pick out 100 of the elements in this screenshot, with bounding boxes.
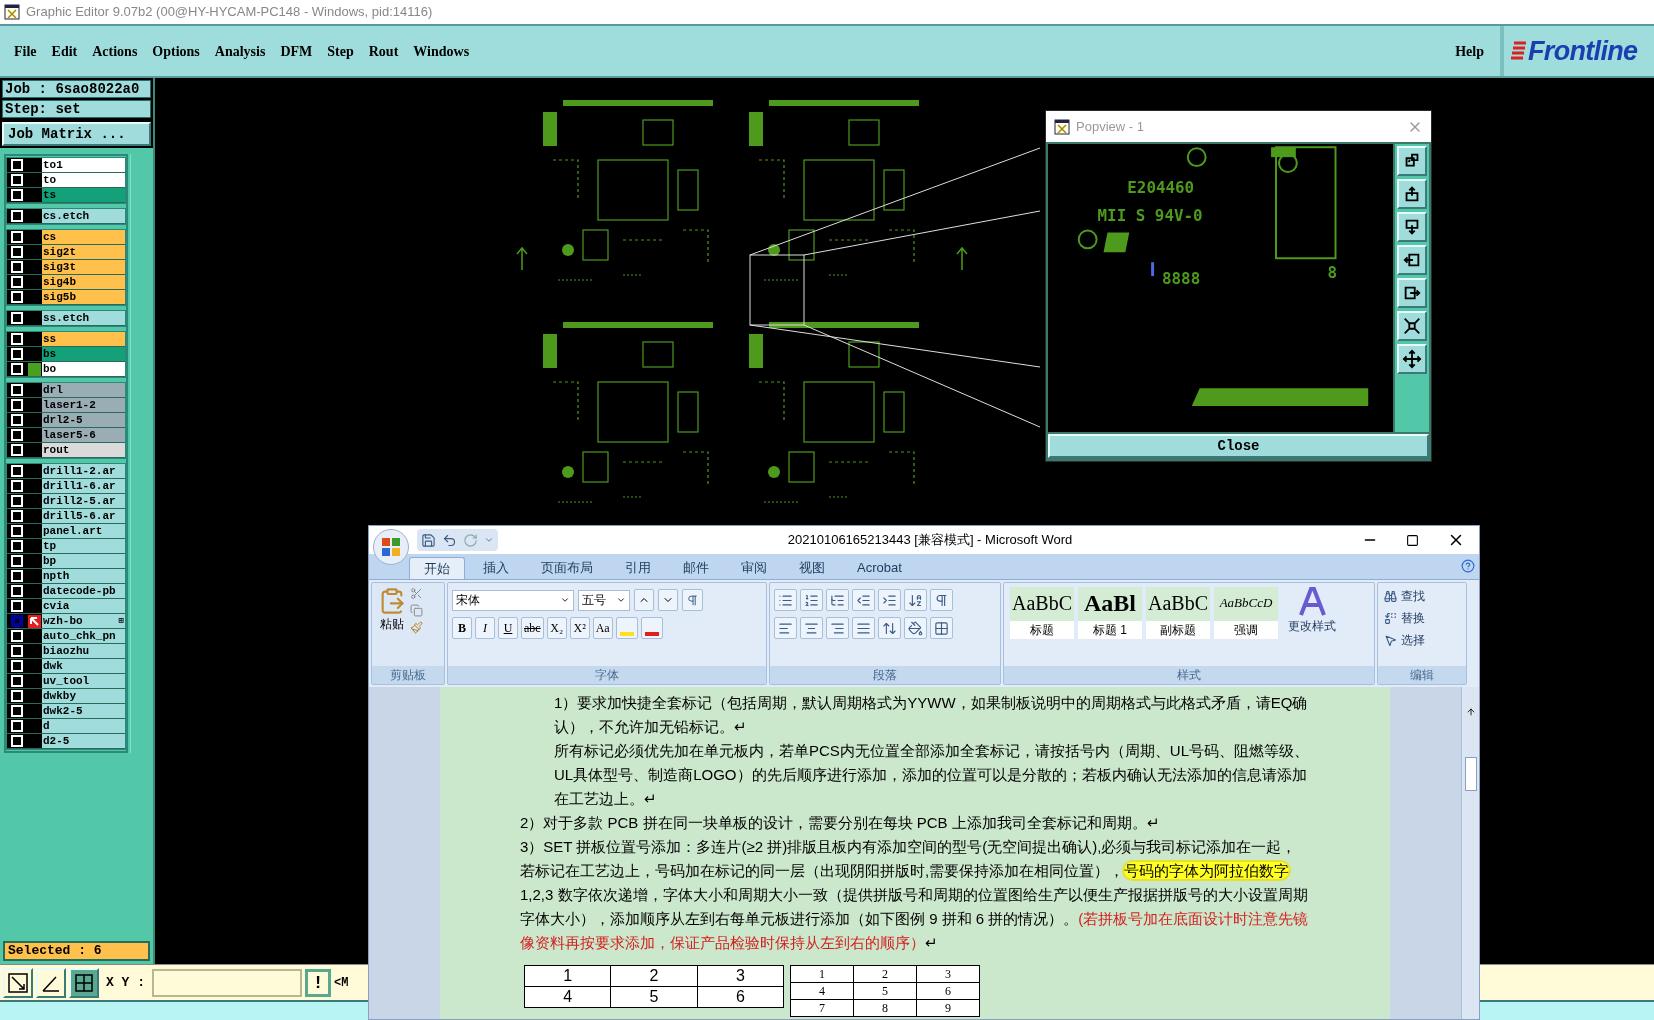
layer-name[interactable]: bs: [42, 347, 125, 361]
ribbon-tab[interactable]: 审阅: [727, 557, 781, 579]
ribbon-button[interactable]: [774, 589, 797, 611]
format-button[interactable]: B: [452, 617, 472, 639]
grow-font-button[interactable]: [634, 589, 654, 611]
ribbon-tab[interactable]: 开始: [409, 557, 465, 579]
maximize-icon[interactable]: [1406, 533, 1419, 547]
font-size-field[interactable]: 五号: [578, 589, 630, 611]
format-button[interactable]: abc: [521, 617, 544, 639]
edit-action-button[interactable]: 选择: [1384, 631, 1466, 649]
layer-name[interactable]: auto_chk_pn: [42, 629, 125, 643]
layer-name[interactable]: dwk: [42, 659, 125, 673]
format-button[interactable]: I: [475, 617, 495, 639]
layer-name[interactable]: tp: [42, 539, 125, 553]
layer-name[interactable]: biaozhu: [42, 644, 125, 658]
layer-name[interactable]: bp: [42, 554, 125, 568]
ribbon-button[interactable]: [904, 589, 927, 611]
layer-name[interactable]: sig5b: [42, 290, 125, 304]
layer-name[interactable]: cs.etch: [42, 209, 125, 223]
ribbon-tab[interactable]: Acrobat: [843, 557, 916, 579]
change-styles-button[interactable]: 更改样式: [1288, 587, 1336, 635]
layer-name[interactable]: to: [42, 173, 125, 187]
layer-name[interactable]: cvia: [42, 599, 125, 613]
ribbon-tab[interactable]: 插入: [469, 557, 523, 579]
ribbon-button[interactable]: [800, 589, 823, 611]
scrollbar[interactable]: [1461, 687, 1479, 1019]
layer-name[interactable]: d2-5: [42, 734, 125, 748]
layer-name[interactable]: panel.art: [42, 524, 125, 538]
layer-name[interactable]: drill1-6.ar: [42, 479, 125, 493]
measure-tool-button[interactable]: [3, 967, 33, 998]
layer-name[interactable]: drl2-5: [42, 413, 125, 427]
style-gallery-item[interactable]: AaBbCcD 强调: [1214, 587, 1278, 639]
font-name-field[interactable]: 宋体: [452, 589, 574, 611]
layer-name[interactable]: drill5-6.ar: [42, 509, 125, 523]
format-button[interactable]: X₂: [546, 617, 567, 639]
style-gallery-item[interactable]: AaBbC 副标题: [1146, 587, 1210, 639]
layer-name[interactable]: datecode-pb: [42, 584, 125, 598]
layer-name[interactable]: sig3t: [42, 260, 125, 274]
popview-tool-button[interactable]: [1397, 212, 1427, 242]
close-button[interactable]: Close: [1048, 434, 1429, 458]
phonetic-button[interactable]: [682, 589, 703, 611]
alert-button[interactable]: !: [305, 968, 331, 997]
layer-name[interactable]: dwk2-5: [42, 704, 125, 718]
format-button[interactable]: U: [498, 617, 518, 639]
ribbon-tab[interactable]: 页面布局: [527, 557, 607, 579]
menu-item[interactable]: Windows: [413, 40, 470, 62]
ribbon-button[interactable]: [904, 617, 927, 639]
popview-tool-button[interactable]: [1397, 146, 1427, 176]
help-icon[interactable]: [1461, 559, 1475, 573]
layer-name[interactable]: drill2-5.ar: [42, 494, 125, 508]
shrink-font-button[interactable]: [658, 589, 678, 611]
layer-name[interactable]: cs: [42, 230, 125, 244]
layer-name[interactable]: rout: [42, 443, 125, 457]
ribbon-button[interactable]: [878, 617, 901, 639]
ribbon-button[interactable]: [930, 617, 953, 639]
scroll-up-icon[interactable]: [1465, 707, 1476, 717]
font-color-button[interactable]: [640, 617, 663, 639]
menu-item[interactable]: File: [14, 40, 37, 62]
help-menu[interactable]: Help: [1455, 40, 1484, 62]
layer-name[interactable]: to1: [42, 158, 125, 172]
layer-name[interactable]: drl: [42, 383, 125, 397]
style-gallery-item[interactable]: AaBl 标题 1: [1078, 587, 1142, 639]
layer-name[interactable]: ss.etch: [42, 311, 125, 325]
layer-name[interactable]: sig4b: [42, 275, 125, 289]
menu-item[interactable]: Edit: [51, 40, 78, 62]
ribbon-button[interactable]: [826, 589, 849, 611]
paste-button[interactable]: 粘贴: [378, 587, 406, 633]
layer-name[interactable]: drill1-2.ar: [42, 464, 125, 478]
ribbon-button[interactable]: [774, 617, 797, 639]
ribbon-button[interactable]: [826, 617, 849, 639]
popview-tool-button[interactable]: [1397, 179, 1427, 209]
style-gallery-item[interactable]: AaBbC 标题: [1010, 587, 1074, 639]
layer-name[interactable]: wzh-bo ⊞: [42, 614, 125, 628]
layer-name[interactable]: laser1-2: [42, 398, 125, 412]
layer-name[interactable]: dwkby: [42, 689, 125, 703]
format-button[interactable]: Aa: [592, 617, 613, 639]
layer-name[interactable]: uv_tool: [42, 674, 125, 688]
layer-name[interactable]: laser5-6: [42, 428, 125, 442]
layer-name[interactable]: sig2t: [42, 245, 125, 259]
layer-name[interactable]: ts: [42, 188, 125, 202]
layer-name[interactable]: bo: [42, 362, 125, 376]
menu-item[interactable]: Options: [152, 40, 200, 62]
ribbon-button[interactable]: [930, 589, 953, 611]
job-matrix-button[interactable]: Job Matrix ...: [2, 122, 151, 146]
ribbon-button[interactable]: [800, 617, 823, 639]
coordinate-field[interactable]: [152, 968, 302, 997]
ribbon-tab[interactable]: 视图: [785, 557, 839, 579]
popview-tool-button[interactable]: [1397, 344, 1427, 374]
menu-item[interactable]: DFM: [280, 40, 313, 62]
popview-tool-button[interactable]: [1397, 245, 1427, 275]
menu-item[interactable]: Analysis: [214, 40, 266, 62]
ribbon-button[interactable]: [852, 617, 875, 639]
edit-action-button[interactable]: 查找: [1384, 587, 1466, 605]
menu-item[interactable]: Rout: [368, 40, 399, 62]
scroll-thumb[interactable]: [1464, 757, 1477, 791]
office-button[interactable]: [373, 529, 409, 565]
ribbon-button[interactable]: [878, 589, 901, 611]
ribbon-tab[interactable]: 引用: [611, 557, 665, 579]
layer-checkbox[interactable]: [11, 615, 23, 627]
menu-item[interactable]: Step: [327, 40, 354, 62]
